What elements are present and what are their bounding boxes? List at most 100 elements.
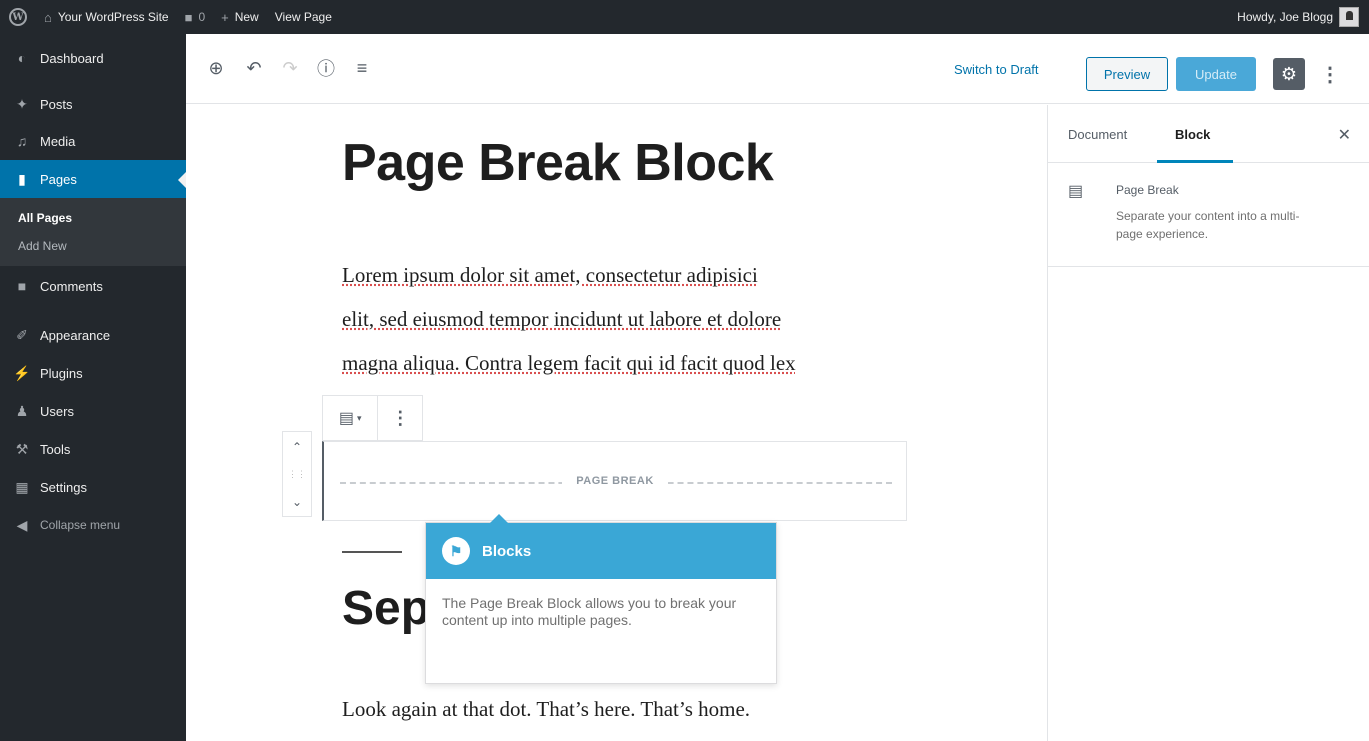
media-icon: ♫ — [16, 133, 28, 149]
add-block-icon[interactable]: ⊕ — [206, 58, 226, 78]
outline-icon[interactable]: ≡ — [352, 58, 372, 78]
paragraph-line: prohibet. — [342, 385, 902, 429]
paragraph-block-2[interactable]: Look again at that dot. That’s here. Tha… — [342, 697, 750, 722]
more-options-icon[interactable]: ⋮ — [1320, 58, 1340, 90]
plug-icon: ⚡ — [13, 364, 31, 381]
sidebar-item-plugins[interactable]: ⚡ Plugins — [0, 354, 186, 392]
sidebar-item-users[interactable]: ♟ Users — [0, 392, 186, 430]
view-page-label: View Page — [274, 10, 332, 24]
block-more-options-icon[interactable]: ⋮ — [378, 396, 422, 440]
admin-sidebar: ◐ Dashboard ✦ Posts ♫ Media ▮ Pages All … — [0, 34, 186, 741]
editor-toolbar: ⊕ ↶ ↷ ⓘ ≡ Switch to Draft Preview Update… — [186, 34, 1369, 104]
sidebar-item-settings[interactable]: ▦ Settings — [0, 468, 186, 506]
new-label: New — [234, 10, 259, 24]
pages-icon: ▮ — [18, 170, 26, 187]
move-down-icon[interactable]: ⌄ — [292, 495, 302, 509]
comment-icon: ■ — [17, 278, 27, 294]
tooltip-body: The Page Break Block allows you to break… — [442, 595, 737, 628]
sidebar-item-label: Settings — [40, 479, 87, 495]
settings-gear-icon[interactable]: ⚙ — [1273, 58, 1305, 90]
block-card: ▤ Page Break Separate your content into … — [1048, 163, 1369, 267]
tooltip-header: ⚑ Blocks — [426, 523, 776, 579]
page-break-icon: ▤ — [1068, 183, 1084, 200]
avatar — [1339, 7, 1359, 27]
sidebar-item-label: Pages — [40, 171, 77, 187]
sidebar-item-appearance[interactable]: ✐ Appearance — [0, 316, 186, 354]
comments-count: 0 — [198, 10, 206, 24]
paragraph-line: magna aliqua. Contra legem facit qui id … — [342, 351, 796, 375]
block-mover: ⌃ ⋮⋮ ⌄ — [282, 431, 312, 517]
move-up-icon[interactable]: ⌃ — [292, 440, 302, 454]
paragraph-line: Lorem ipsum dolor sit amet, consectetur … — [342, 263, 758, 287]
submenu-add-new[interactable]: Add New — [0, 232, 186, 260]
sidebar-item-label: Media — [40, 133, 76, 149]
account-menu[interactable]: Howdy, Joe Blogg — [1229, 0, 1369, 34]
editor-canvas: Page Break Block Lorem ipsum dolor sit a… — [186, 105, 1047, 741]
collapse-icon: ◀ — [16, 516, 28, 533]
post-title[interactable]: Page Break Block — [342, 133, 774, 193]
comment-bubble-icon: ■ — [184, 9, 193, 25]
admin-bar: W ⌂ Your WordPress Site ■ 0 + New View P… — [0, 0, 1369, 34]
sidebar-item-label: Comments — [40, 278, 103, 294]
separator-line — [342, 551, 402, 553]
undo-icon[interactable]: ↶ — [244, 58, 264, 78]
collapse-menu-button[interactable]: ◀ Collapse menu — [0, 506, 186, 544]
sidebar-item-label: Posts — [40, 96, 73, 112]
tab-document[interactable]: Document — [1068, 127, 1127, 142]
sidebar-item-label: Appearance — [40, 327, 111, 343]
new-content-link[interactable]: + New — [213, 0, 267, 34]
sidebar-item-media[interactable]: ♫ Media — [0, 122, 186, 160]
page-break-block[interactable]: PAGE BREAK — [322, 441, 907, 521]
view-page-link[interactable]: View Page — [267, 0, 340, 34]
site-name-label: Your WordPress Site — [57, 10, 169, 24]
drag-handle-icon[interactable]: ⋮⋮ — [288, 469, 306, 480]
settings-sidebar: Document Block ✕ ▤ Page Break Separate y… — [1047, 105, 1369, 741]
panel-tabs: Document Block ✕ — [1048, 105, 1369, 163]
sidebar-item-posts[interactable]: ✦ Posts — [0, 86, 186, 122]
page-break-label-wrap: PAGE BREAK — [324, 475, 906, 487]
tab-block[interactable]: Block — [1175, 127, 1210, 142]
chevron-down-icon: ▾ — [357, 412, 362, 423]
paragraph-block[interactable]: Lorem ipsum dolor sit amet, consectetur … — [342, 253, 902, 429]
block-type-switcher[interactable]: ▤ ▾ — [323, 396, 379, 440]
switch-to-draft-link[interactable]: Switch to Draft — [954, 62, 1039, 77]
close-icon[interactable]: ✕ — [1338, 125, 1351, 145]
site-name-link[interactable]: ⌂ Your WordPress Site — [36, 0, 177, 34]
wrench-icon: ⚒ — [15, 440, 29, 457]
submenu-all-pages[interactable]: All Pages — [0, 204, 186, 232]
pin-icon: ✦ — [16, 95, 28, 112]
comments-link[interactable]: ■ 0 — [177, 0, 214, 34]
sidebar-item-label: Users — [40, 403, 74, 419]
sidebar-item-label: Tools — [40, 441, 71, 457]
update-button[interactable]: Update — [1176, 57, 1256, 91]
sidebar-item-label: Collapse menu — [40, 518, 121, 532]
block-card-description: Separate your content into a multi-page … — [1116, 209, 1300, 241]
page-break-label: PAGE BREAK — [562, 475, 668, 487]
tooltip-title: Blocks — [482, 542, 532, 560]
sidebar-item-label: Dashboard — [40, 50, 104, 66]
howdy-label: Howdy, Joe Blogg — [1237, 10, 1333, 24]
home-icon: ⌂ — [44, 9, 52, 25]
info-icon[interactable]: ⓘ — [316, 58, 336, 79]
sidebar-item-comments[interactable]: ■ Comments — [0, 266, 186, 306]
blocks-tooltip: ⚑ Blocks The Page Break Block allows you… — [425, 514, 777, 684]
sidebar-item-dashboard[interactable]: ◐ Dashboard — [0, 38, 186, 78]
active-tab-indicator — [1157, 160, 1233, 163]
sidebar-item-tools[interactable]: ⚒ Tools — [0, 430, 186, 468]
wordpress-logo-icon[interactable]: W — [0, 0, 36, 34]
settings-icon: ▦ — [15, 478, 29, 495]
block-toolbar: ▤ ▾ ⋮ — [322, 395, 423, 441]
plus-icon: + — [221, 9, 229, 25]
user-icon: ♟ — [15, 402, 29, 419]
preview-button[interactable]: Preview — [1086, 57, 1168, 91]
block-card-title: Page Break — [1116, 183, 1179, 197]
pages-submenu: All Pages Add New — [0, 198, 186, 266]
redo-icon[interactable]: ↷ — [280, 58, 300, 78]
sidebar-item-pages[interactable]: ▮ Pages — [0, 160, 186, 198]
dashboard-icon: ◐ — [17, 50, 27, 66]
brush-icon: ✐ — [16, 326, 28, 343]
flag-icon: ⚑ — [442, 537, 470, 565]
paragraph-line: elit, sed eiusmod tempor incidunt ut lab… — [342, 307, 782, 331]
sidebar-item-label: Plugins — [40, 365, 83, 381]
page-break-icon: ▤ — [338, 410, 355, 427]
